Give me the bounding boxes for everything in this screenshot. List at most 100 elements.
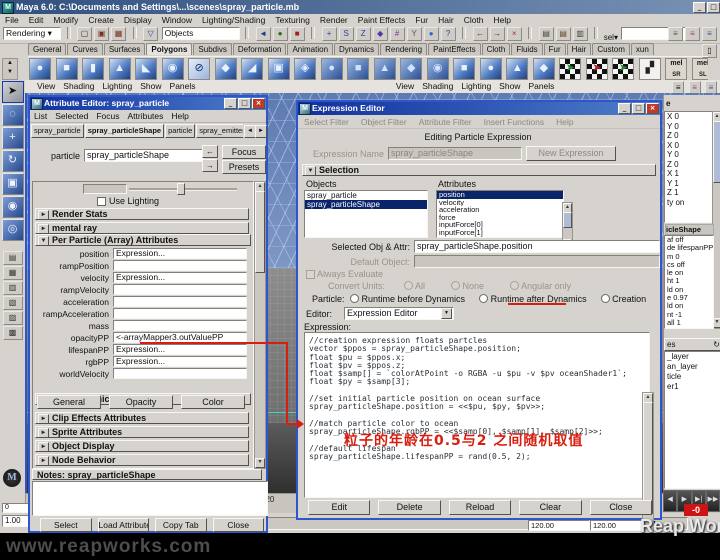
shelf-extrude-icon[interactable]: ◆ xyxy=(215,58,237,80)
focus-button[interactable]: Focus xyxy=(222,145,266,159)
select-tool-icon[interactable]: ➤ xyxy=(2,81,24,103)
shelf-duplicate-icon[interactable]: ● xyxy=(480,58,502,80)
shape-values-list[interactable]: af offde lifespanPP om 0cs offle onht 1l… xyxy=(664,235,714,329)
layers-list[interactable]: _layeran_layerticleer1 xyxy=(664,351,720,489)
snap-grid-icon[interactable]: + xyxy=(322,27,337,41)
panel-menu-item[interactable]: Shading xyxy=(418,80,457,93)
channel-row[interactable]: Z 0 xyxy=(665,160,713,170)
panel-menu-item[interactable]: View xyxy=(33,80,59,93)
mel-script-sl-icon[interactable]: mel SL xyxy=(692,58,708,80)
globe-icon[interactable]: ● xyxy=(424,27,439,41)
menu-item[interactable]: Render xyxy=(315,14,353,26)
show-both-icon[interactable]: ≡ xyxy=(702,27,717,41)
layout-four-pane-icon[interactable]: ▦ xyxy=(3,266,23,280)
shelf-mirror-icon[interactable]: ◆ xyxy=(400,58,422,80)
channel-row[interactable]: X 0 xyxy=(665,141,713,151)
node-name-field[interactable]: spray_particleShape xyxy=(84,149,204,162)
menu-set-selector[interactable]: Rendering ▾ xyxy=(3,27,61,40)
ee-footer-button[interactable]: Close xyxy=(590,500,652,515)
layer-item[interactable]: ticle xyxy=(665,372,720,382)
minimize-button[interactable]: _ xyxy=(693,2,706,13)
channel-row[interactable]: Z 0 xyxy=(665,131,713,141)
refresh-layers-icon[interactable]: ↻ xyxy=(713,339,720,350)
channel-row[interactable]: nt -1 xyxy=(665,311,713,319)
shelf-split-icon[interactable]: ▣ xyxy=(268,58,290,80)
channel-row[interactable]: ld on xyxy=(665,286,713,294)
shelf-spinner[interactable]: ▲▼ xyxy=(2,58,18,80)
channel-row[interactable]: ht 1 xyxy=(665,277,713,285)
use-lighting-checkbox[interactable] xyxy=(97,197,106,206)
ee-minimize-button[interactable]: _ xyxy=(618,103,631,114)
add-dynamic-button[interactable]: Opacity xyxy=(109,395,173,409)
snap-view-plane-icon[interactable]: ◆ xyxy=(373,27,388,41)
expression-name-field[interactable]: spray_particleShape xyxy=(388,147,522,160)
show-output-connections-button[interactable]: → xyxy=(202,159,218,172)
attribute-item[interactable]: position xyxy=(437,191,563,199)
ipr-render-icon[interactable]: ▤ xyxy=(556,27,571,41)
scale-tool-icon[interactable]: ▣ xyxy=(2,173,24,195)
menu-item[interactable]: Create xyxy=(83,14,119,26)
shelf-render-flag2-icon[interactable]: ➤ xyxy=(586,58,608,80)
no-history-icon[interactable]: × xyxy=(507,27,522,41)
shelf-tab[interactable]: Subdivs xyxy=(193,43,231,55)
menu-item[interactable]: Fur xyxy=(410,14,433,26)
ee-menu-item[interactable]: Select Filter xyxy=(298,116,355,128)
shelf-torus-icon[interactable]: ◉ xyxy=(162,58,184,80)
channel-row[interactable]: X 1 xyxy=(665,169,713,179)
ae-close-button[interactable]: × xyxy=(252,98,265,109)
menu-item[interactable]: Paint Effects xyxy=(353,14,411,26)
shelf-render-flag-icon[interactable]: ➤ xyxy=(559,58,581,80)
shelf-tab[interactable]: Fur xyxy=(544,43,566,55)
anim-start-field[interactable]: 0 xyxy=(2,503,30,513)
ee-close-button[interactable]: × xyxy=(646,103,659,114)
selected-obj-attr-field[interactable]: spray_particleShape.position xyxy=(414,240,660,253)
show-input-connections-button[interactable]: ← xyxy=(202,145,218,158)
menu-item[interactable]: Window xyxy=(157,14,197,26)
ae-minimize-button[interactable]: _ xyxy=(224,98,237,109)
attribute-item[interactable]: inputForce[1] xyxy=(437,229,563,237)
panel-menu-item[interactable]: Lighting xyxy=(98,80,136,93)
rotate-tool-icon[interactable]: ↻ xyxy=(2,150,24,172)
editor-dropdown-arrow[interactable]: ▼ xyxy=(441,308,452,319)
shelf-wedge-icon[interactable]: ◉ xyxy=(427,58,449,80)
menu-item[interactable]: Help xyxy=(489,14,516,26)
ae-tab-scroll-right[interactable]: ► xyxy=(255,125,267,138)
attribute-value-field[interactable]: Expression... xyxy=(113,272,247,283)
save-scene-icon[interactable]: ▦ xyxy=(111,27,126,41)
ae-scrollbar[interactable]: ▲▼ xyxy=(254,181,266,469)
open-scene-icon[interactable]: ▣ xyxy=(94,27,109,41)
panel-menu-item[interactable]: Shading xyxy=(59,80,98,93)
attribute-value-field[interactable] xyxy=(113,368,247,379)
ae-section-header[interactable]: ►Node Behavior xyxy=(35,454,249,466)
shelf-smooth-icon[interactable]: ● xyxy=(321,58,343,80)
step-back-icon[interactable]: ◀ xyxy=(663,490,677,512)
ae-tab[interactable]: spray_emitter xyxy=(196,124,243,138)
panel-menu-item[interactable]: View xyxy=(392,80,418,93)
per-particle-section-header[interactable]: ▼Per Particle (Array) Attributes xyxy=(35,234,251,246)
shelf-sphere-icon[interactable]: ● xyxy=(29,58,51,80)
ee-menu-item[interactable]: Insert Functions xyxy=(478,116,550,128)
shelf-tab[interactable]: Cloth xyxy=(482,43,511,55)
shelf-triangulate-icon[interactable]: ▲ xyxy=(506,58,528,80)
shelf-diag-icon[interactable]: ▞ xyxy=(639,58,661,80)
ee-maximize-button[interactable]: □ xyxy=(632,103,645,114)
channel-row[interactable]: Y 0 xyxy=(665,150,713,160)
ae-section-header[interactable]: ►Render Stats xyxy=(35,208,249,220)
menu-item[interactable]: Cloth xyxy=(459,14,489,26)
ae-section-header[interactable]: ►Clip Effects Attributes xyxy=(35,412,249,424)
menu-item[interactable]: Hair xyxy=(433,14,459,26)
channel-values-list[interactable]: X 0Y 0Z 0X 0Y 0Z 0X 1Y 1Z 1ty on xyxy=(664,111,714,223)
menu-item[interactable]: Texturing xyxy=(270,14,315,26)
editor-dropdown[interactable]: Expression Editor ▼ xyxy=(344,307,454,320)
ee-footer-button[interactable]: Reload xyxy=(449,500,511,515)
attribute-value-field[interactable] xyxy=(113,260,247,271)
attribute-value-field[interactable] xyxy=(113,284,247,295)
snap-point-icon[interactable]: Z xyxy=(356,27,371,41)
panel-menu-item[interactable]: Lighting xyxy=(457,80,495,93)
ae-section-header[interactable]: ►mental ray xyxy=(35,222,249,234)
show-layer-editor-icon[interactable]: ≡ xyxy=(685,27,700,41)
expression-textarea[interactable]: //creation expression floats partclesvec… xyxy=(304,332,650,498)
selection-mask-field[interactable]: Objects xyxy=(162,27,240,40)
shelf-tab[interactable]: Custom xyxy=(592,43,630,55)
channel-row[interactable]: af off xyxy=(665,236,713,244)
